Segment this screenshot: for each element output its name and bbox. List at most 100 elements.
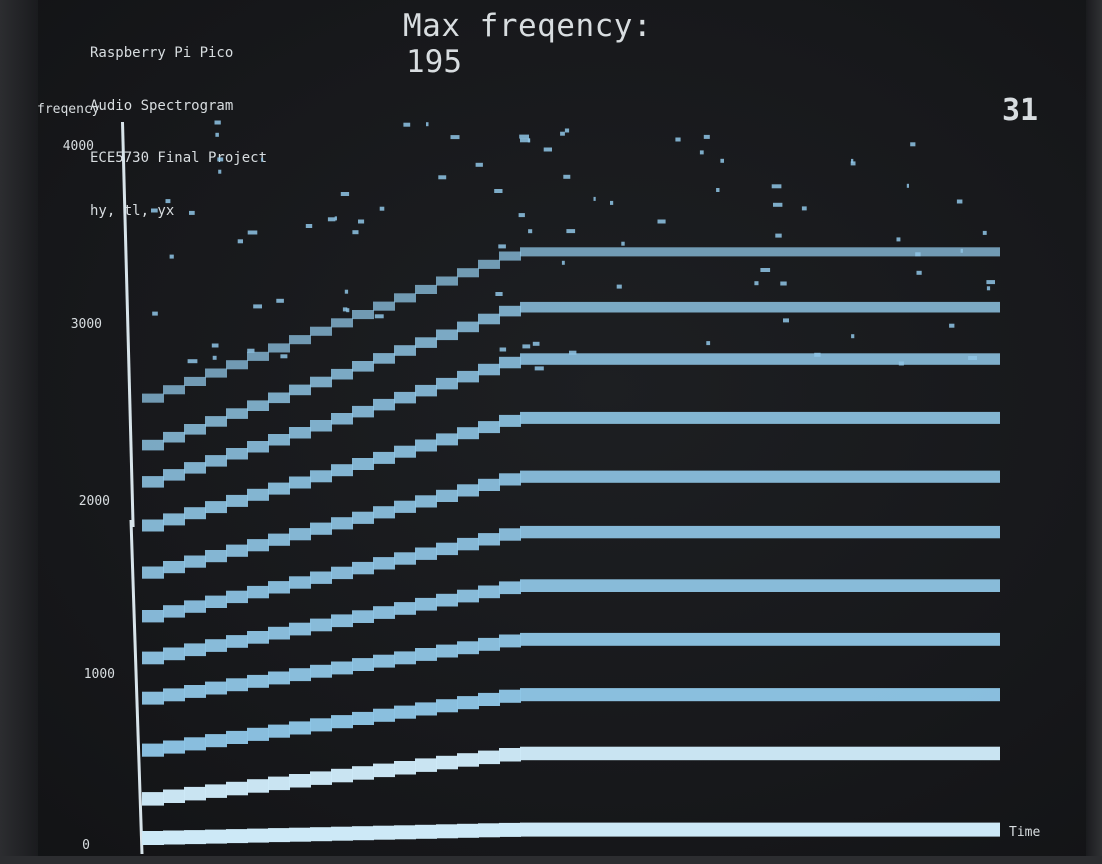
noise-speck	[960, 248, 963, 253]
noise-speck	[801, 206, 807, 211]
harmonic-segment	[226, 730, 248, 744]
noise-speck	[566, 229, 576, 234]
harmonic-segment	[184, 643, 206, 657]
harmonic-sustain	[520, 746, 1000, 761]
harmonic-segment	[373, 557, 395, 570]
harmonic-segment	[310, 664, 332, 678]
harmonic-segment	[373, 353, 395, 364]
harmonic-segment	[289, 576, 311, 589]
harmonic-segment	[268, 533, 290, 546]
noise-speck	[217, 157, 224, 162]
harmonic-segment	[373, 506, 395, 519]
harmonic-segment	[478, 823, 500, 838]
harmonic-segment	[457, 370, 479, 383]
noise-speck	[212, 355, 217, 360]
harmonic-band	[142, 301, 1000, 451]
harmonic-segment	[142, 743, 164, 757]
noise-speck	[534, 366, 544, 371]
harmonic-segment	[142, 691, 164, 705]
harmonic-segment	[163, 688, 185, 702]
harmonic-segment	[331, 768, 353, 783]
harmonic-segment	[352, 361, 374, 372]
harmonic-segment	[142, 519, 164, 532]
harmonic-segment	[310, 420, 332, 432]
noise-speck	[211, 343, 219, 348]
noise-speck	[754, 281, 759, 286]
harmonic-segment	[289, 721, 311, 735]
noise-speck	[593, 196, 596, 201]
harmonic-segment	[268, 724, 290, 738]
harmonic-segment	[142, 792, 164, 806]
noise-speck	[896, 237, 901, 242]
harmonic-segment	[436, 489, 458, 502]
harmonic-segment	[268, 482, 290, 495]
harmonic-segment	[373, 708, 395, 722]
harmonic-segment	[457, 537, 479, 551]
harmonic-segment	[415, 337, 437, 348]
harmonic-segment	[373, 606, 395, 619]
harmonic-segment	[226, 408, 248, 419]
noise-speck	[519, 134, 529, 139]
harmonic-segment	[205, 416, 227, 427]
harmonic-segment	[184, 737, 206, 751]
harmonic-segment	[415, 284, 437, 294]
noise-specks	[151, 120, 995, 371]
harmonic-segment	[142, 831, 164, 845]
harmonic-segment	[499, 356, 521, 369]
harmonic-segment	[436, 542, 458, 556]
harmonic-segment	[226, 590, 248, 604]
noise-speck	[560, 131, 565, 136]
noise-speck	[621, 241, 625, 246]
noise-speck	[379, 206, 385, 211]
harmonic-segment	[415, 547, 437, 560]
noise-speck	[657, 219, 666, 224]
harmonic-segment	[247, 631, 269, 644]
harmonic-segment	[331, 566, 353, 580]
harmonic-segment	[499, 251, 521, 261]
harmonic-segment	[436, 699, 458, 713]
harmonic-segment	[331, 661, 353, 675]
harmonic-segment	[184, 376, 206, 386]
harmonic-sustain	[520, 470, 1000, 483]
harmonic-segment	[373, 763, 395, 778]
harmonic-segment	[436, 329, 458, 341]
harmonic-segment	[247, 400, 269, 411]
harmonic-segment	[457, 823, 479, 838]
harmonic-segment	[394, 293, 416, 303]
harmonic-segment	[331, 614, 353, 628]
harmonic-segment	[415, 439, 437, 452]
harmonic-segment	[457, 753, 479, 767]
harmonic-segment	[289, 427, 311, 439]
noise-speck	[986, 280, 995, 285]
noise-speck	[771, 184, 782, 189]
harmonic-band	[142, 247, 1000, 403]
harmonic-segment	[415, 758, 437, 772]
harmonic-segment	[247, 828, 269, 843]
harmonic-segment	[205, 501, 227, 514]
noise-speck	[327, 217, 336, 222]
harmonic-segment	[499, 822, 521, 837]
harmonic-segment	[499, 528, 521, 541]
harmonic-segment	[226, 494, 248, 507]
harmonic-segment	[394, 651, 416, 665]
harmonic-segment	[394, 705, 416, 719]
noise-speck	[522, 344, 531, 349]
noise-speck	[783, 318, 789, 323]
harmonic-segment	[352, 561, 374, 575]
noise-speck	[760, 268, 771, 272]
harmonic-segment	[373, 301, 395, 311]
harmonic-segment	[289, 774, 311, 788]
harmonic-segment	[289, 476, 311, 489]
harmonic-segment	[247, 674, 269, 688]
harmonic-segment	[436, 377, 458, 390]
harmonic-segment	[331, 517, 353, 530]
harmonic-segment	[226, 678, 248, 692]
harmonic-segment	[394, 445, 416, 458]
harmonic-segment	[352, 610, 374, 623]
noise-speck	[716, 188, 720, 192]
harmonic-segment	[310, 522, 332, 535]
harmonic-segment	[205, 681, 227, 695]
harmonic-segment	[310, 326, 332, 336]
noise-speck	[247, 348, 255, 353]
noise-speck	[498, 244, 506, 249]
